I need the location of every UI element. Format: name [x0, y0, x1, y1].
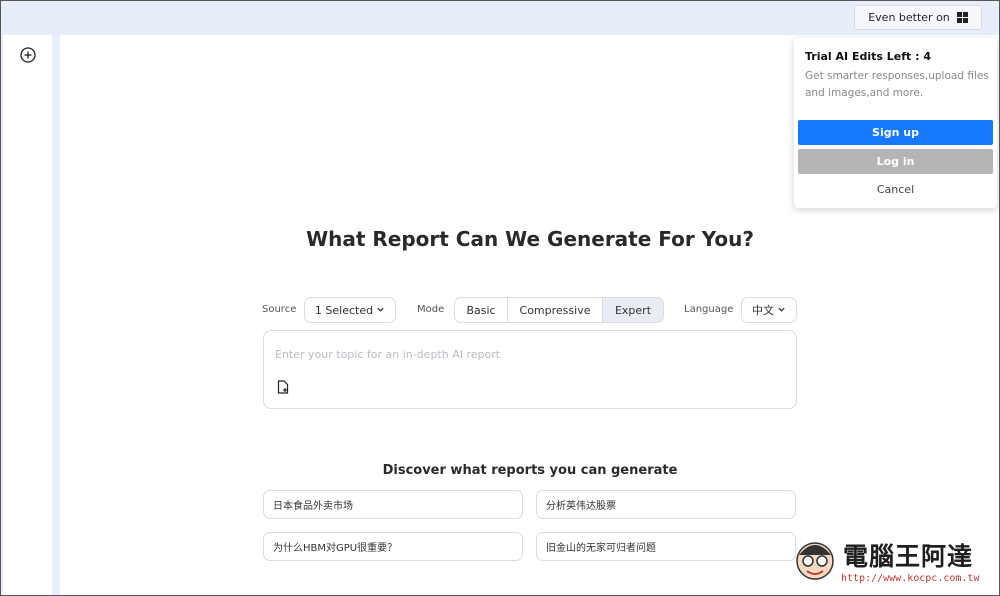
suggestion-item[interactable]: 分析英伟达股票 — [536, 490, 796, 519]
even-better-label: Even better on — [868, 11, 950, 24]
suggestion-item[interactable]: 日本食品外卖市场 — [263, 490, 523, 519]
language-value: 中文 — [752, 304, 774, 317]
trial-popup: Trial AI Edits Left : 4 Get smarter resp… — [794, 38, 997, 208]
source-select[interactable]: 1 Selected — [304, 297, 396, 323]
mascot-icon — [796, 542, 834, 580]
page-title: What Report Can We Generate For You? — [306, 227, 754, 251]
topic-box — [263, 330, 797, 409]
suggestion-item[interactable]: 旧金山的无家可归者问题 — [536, 532, 796, 561]
source-value: 1 Selected — [314, 303, 374, 317]
discover-title: Discover what reports you can generate — [382, 463, 678, 478]
app-window: Even better on What Report Can We Genera… — [0, 0, 1000, 596]
windows-icon — [956, 12, 968, 23]
watermark-url: http://www.kocpc.com.tw — [841, 573, 980, 584]
plus-circle-icon[interactable] — [20, 47, 36, 67]
mode-segmented-control: Basic Compressive Expert — [454, 297, 664, 323]
mode-option-expert[interactable]: Expert — [603, 298, 663, 322]
watermark: 電腦王阿達 http://www.kocpc.com.tw — [793, 531, 993, 589]
source-label: Source — [262, 304, 297, 315]
popup-description: Get smarter responses,upload files and i… — [805, 70, 989, 99]
mode-option-basic[interactable]: Basic — [455, 298, 508, 322]
chevron-down-icon — [777, 304, 786, 317]
mode-label: Mode — [417, 304, 445, 315]
language-select[interactable]: 中文 — [741, 297, 797, 323]
cancel-button[interactable]: Cancel — [794, 183, 997, 196]
topic-input[interactable] — [273, 343, 777, 365]
attach-file-icon[interactable] — [277, 379, 289, 398]
language-label: Language — [684, 304, 734, 315]
sign-up-button[interactable]: Sign up — [798, 120, 993, 145]
suggestion-item[interactable]: 为什么HBM对GPU很重要？ — [263, 532, 523, 561]
mode-option-compressive[interactable]: Compressive — [508, 298, 603, 322]
watermark-name: 電腦王阿達 — [843, 542, 974, 571]
chevron-down-icon — [376, 304, 385, 317]
popup-title: Trial AI Edits Left : 4 — [805, 50, 931, 63]
even-better-on-windows-button[interactable]: Even better on — [854, 5, 982, 30]
log-in-button[interactable]: Log in — [798, 149, 993, 174]
left-sidebar — [3, 35, 52, 595]
